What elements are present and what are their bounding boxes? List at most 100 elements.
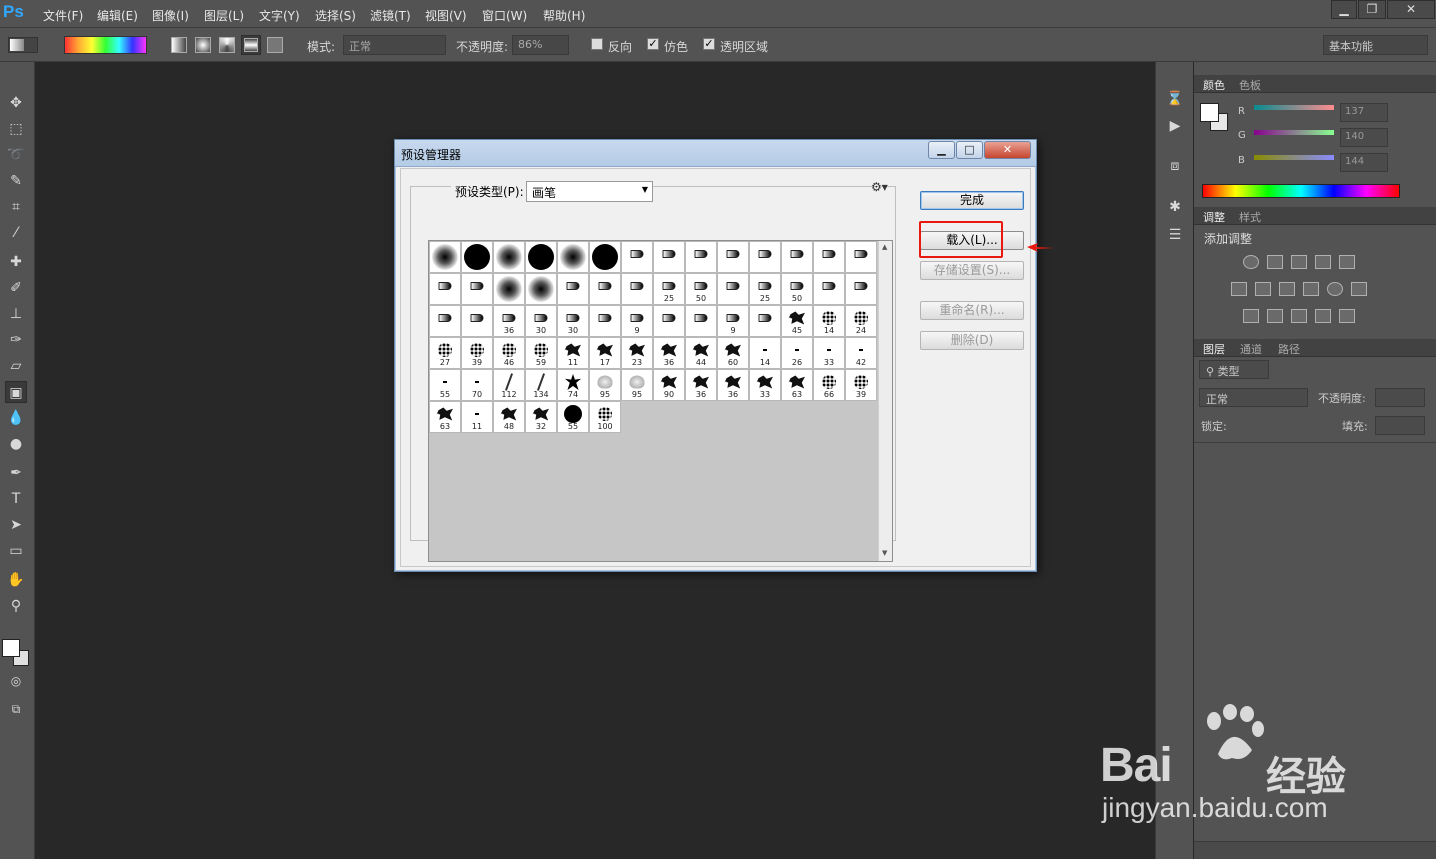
diamond-gradient-icon[interactable]	[267, 37, 283, 53]
brush-preset-grass[interactable]: 134	[525, 369, 557, 401]
photo-filter-icon[interactable]	[1303, 282, 1319, 296]
tab-layers[interactable]: 图层	[1203, 341, 1225, 357]
dialog-close-icon[interactable]: ✕	[984, 141, 1031, 159]
selective-color-icon[interactable]	[1315, 309, 1331, 323]
brush-preset-splat[interactable]: 32	[525, 401, 557, 433]
brush-preset-tip[interactable]	[429, 305, 461, 337]
brush-preset-splat[interactable]: 33	[749, 369, 781, 401]
move-tool-icon[interactable]: ✥	[5, 92, 27, 114]
grid-scrollbar[interactable]: ▲ ▼	[878, 241, 892, 561]
scroll-down-icon[interactable]: ▼	[882, 549, 887, 557]
brush-preset-scatter[interactable]: 14	[813, 305, 845, 337]
brush-preset-soft[interactable]	[493, 241, 525, 273]
brush-preset-scatter[interactable]: 24	[845, 305, 877, 337]
opacity-input[interactable]: 86%	[512, 35, 569, 55]
menu-item-2[interactable]: 图像(I)	[152, 7, 189, 24]
gradient-map-icon[interactable]	[1339, 309, 1355, 323]
brush-preset-soft[interactable]	[525, 273, 557, 305]
brush-preset-dot[interactable]: 55	[429, 369, 461, 401]
g-input[interactable]: 140	[1340, 128, 1388, 147]
dialog-maximize-icon[interactable]: □	[956, 141, 983, 159]
gradient-picker[interactable]	[64, 36, 147, 54]
brush-tool-icon[interactable]: ✐	[5, 277, 27, 299]
tab-paths[interactable]: 路径	[1278, 341, 1300, 357]
linear-gradient-icon[interactable]	[171, 37, 187, 53]
close-icon[interactable]: ✕	[1387, 0, 1435, 19]
brush-preset-splat[interactable]: 90	[653, 369, 685, 401]
blend-mode-select[interactable]: 正常	[1199, 388, 1308, 407]
brush-preset-tip[interactable]	[685, 241, 717, 273]
brush-preset-splat[interactable]: 36	[653, 337, 685, 369]
threshold-icon[interactable]	[1291, 309, 1307, 323]
restore-icon[interactable]: ❐	[1358, 0, 1386, 19]
rectangle-tool-icon[interactable]: ▭	[5, 540, 27, 562]
dither-checkbox[interactable]: ✓	[647, 38, 659, 50]
menu-item-7[interactable]: 视图(V)	[425, 7, 467, 24]
delete-button[interactable]: 删除(D)	[920, 331, 1024, 350]
curves-icon[interactable]	[1291, 255, 1307, 269]
brush-preset-splat[interactable]: 44	[685, 337, 717, 369]
brush-preset-dot[interactable]: 14	[749, 337, 781, 369]
brush-preset-splat[interactable]: 17	[589, 337, 621, 369]
brush-preset-soft[interactable]	[493, 273, 525, 305]
lasso-tool-icon[interactable]: ➰	[5, 144, 27, 166]
brush-preset-gray[interactable]: 95	[589, 369, 621, 401]
brush-preset-scatter[interactable]: 39	[461, 337, 493, 369]
brush-preset-tip[interactable]: 9	[717, 305, 749, 337]
menu-item-6[interactable]: 滤镜(T)	[370, 7, 411, 24]
brush-preset-tip[interactable]	[461, 273, 493, 305]
brush-preset-leaf[interactable]: 74	[557, 369, 589, 401]
foreground-color-swatch[interactable]	[2, 639, 20, 657]
brush-preset-scatter[interactable]: 59	[525, 337, 557, 369]
radial-gradient-icon[interactable]	[195, 37, 211, 53]
brush-preset-dot[interactable]: 42	[845, 337, 877, 369]
brush-preset-dot[interactable]: 11	[461, 401, 493, 433]
brush-preset-tip[interactable]	[653, 241, 685, 273]
brush-preset-tip[interactable]	[813, 273, 845, 305]
menu-item-3[interactable]: 图层(L)	[204, 7, 244, 24]
dodge-tool-icon[interactable]: ●	[5, 433, 27, 455]
scroll-up-icon[interactable]: ▲	[882, 243, 887, 251]
brush-preset-tip[interactable]: 9	[621, 305, 653, 337]
history-panel-icon[interactable]: ⌛	[1164, 88, 1186, 110]
brush-preset-hard[interactable]	[589, 241, 621, 273]
brush-preset-tip[interactable]	[557, 273, 589, 305]
levels-icon[interactable]	[1267, 255, 1283, 269]
brush-preset-tip[interactable]: 36	[493, 305, 525, 337]
b-input[interactable]: 144	[1340, 153, 1388, 172]
3d-panel-icon[interactable]: ⧈	[1164, 155, 1186, 177]
quick-mask-icon[interactable]: ◎	[5, 670, 27, 692]
transparency-checkbox[interactable]: ✓	[703, 38, 715, 50]
brush-panel-icon[interactable]: ✱	[1164, 196, 1186, 218]
color-balance-icon[interactable]	[1255, 282, 1271, 296]
eyedropper-tool-icon[interactable]: ⁄	[5, 222, 27, 244]
tab-adjustments[interactable]: 调整	[1203, 209, 1225, 225]
b-slider[interactable]	[1254, 155, 1334, 160]
brush-preset-tip[interactable]	[845, 273, 877, 305]
preset-type-select[interactable]: 画笔 ▼	[526, 181, 653, 202]
brush-preset-splat[interactable]: 48	[493, 401, 525, 433]
menu-item-5[interactable]: 选择(S)	[315, 7, 356, 24]
brush-preset-scatter[interactable]: 66	[813, 369, 845, 401]
menu-item-1[interactable]: 编辑(E)	[97, 7, 138, 24]
channel-mixer-icon[interactable]	[1327, 282, 1343, 296]
zoom-tool-icon[interactable]: ⚲	[5, 595, 27, 617]
brush-preset-dot[interactable]: 26	[781, 337, 813, 369]
brush-preset-tip[interactable]: 30	[525, 305, 557, 337]
brush-preset-tip[interactable]	[749, 241, 781, 273]
brightness-icon[interactable]	[1243, 255, 1259, 269]
screen-mode-icon[interactable]: ⧉	[5, 698, 27, 720]
brush-preset-tip[interactable]	[781, 241, 813, 273]
pen-tool-icon[interactable]: ✒	[5, 462, 27, 484]
brush-preset-grass[interactable]: 112	[493, 369, 525, 401]
menu-item-8[interactable]: 窗口(W)	[482, 7, 527, 24]
brush-preset-tip[interactable]	[429, 273, 461, 305]
tab-channels[interactable]: 通道	[1240, 341, 1262, 357]
r-slider[interactable]	[1254, 105, 1334, 110]
layer-filter-select[interactable]: ⚲ 类型	[1199, 360, 1269, 379]
dialog-minimize-icon[interactable]: ▁	[928, 141, 955, 159]
brush-preset-gray[interactable]: 95	[621, 369, 653, 401]
brush-preset-splat[interactable]: 36	[717, 369, 749, 401]
brush-preset-tip[interactable]	[717, 273, 749, 305]
brush-preset-tip[interactable]	[653, 305, 685, 337]
